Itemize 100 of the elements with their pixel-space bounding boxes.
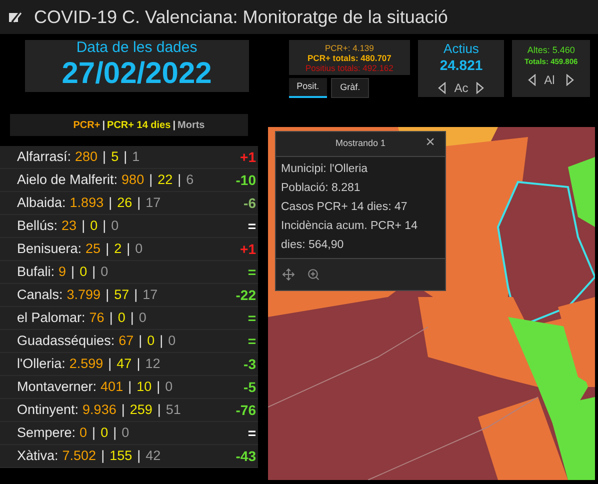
- separator: |: [101, 446, 105, 465]
- left-arrow-icon[interactable]: [438, 82, 446, 94]
- popup-line: Incidència acum. PCR+ 14 dies: 564,90: [281, 219, 418, 253]
- change-value: -76: [236, 400, 256, 420]
- municipality-name: Bufali:: [17, 262, 55, 281]
- pcr-14-day-count: 0: [100, 424, 108, 442]
- pcr-count: 1.893: [70, 194, 104, 212]
- separator: |: [137, 194, 141, 212]
- death-count: 12: [145, 354, 160, 373]
- pcr-14-day-count: 0: [147, 332, 155, 350]
- separator: |: [134, 286, 138, 304]
- pcr-14-day-count: 155: [110, 446, 132, 465]
- pcr-stat: Positius totals: 492.162: [306, 62, 394, 72]
- change-value: -5: [244, 378, 256, 396]
- separator: |: [157, 400, 161, 419]
- municipality-name: Xàtiva:: [17, 446, 58, 465]
- pcr-count: 0: [80, 424, 88, 442]
- separator: |: [138, 332, 142, 350]
- popup-line: Municipi: l'Olleria: [281, 162, 369, 177]
- page-label[interactable]: Ac: [454, 78, 468, 97]
- date-label: Data de les dades: [76, 40, 198, 55]
- separator: |: [108, 194, 112, 212]
- death-count: 17: [142, 286, 158, 304]
- municipality-name: Montaverner:: [17, 378, 97, 396]
- pcr-14-day-count: 10: [136, 378, 152, 396]
- change-value: +1: [240, 240, 256, 258]
- municipality-name: el Palomar:: [17, 308, 86, 327]
- separator: |: [108, 354, 112, 373]
- pcr-count: 401: [100, 378, 124, 396]
- page-label[interactable]: Al: [544, 71, 558, 89]
- legend-label: PCR+ 14 dies: [107, 118, 171, 132]
- separator: |: [92, 424, 96, 442]
- change-value: +1: [240, 148, 256, 166]
- separator: |: [121, 400, 125, 419]
- separator: |: [124, 148, 128, 166]
- change-value: =: [248, 308, 256, 328]
- move-icon[interactable]: [282, 268, 295, 281]
- pcr-14-day-count: 57: [114, 286, 130, 304]
- change-value: -22: [236, 286, 256, 304]
- pcr-14-day-count: 22: [158, 170, 173, 189]
- right-arrow-icon[interactable]: [476, 82, 484, 94]
- municipality-name: l'Olleria:: [17, 354, 66, 373]
- separator: |: [126, 240, 130, 258]
- pcr-14-day-count: 0: [80, 262, 88, 281]
- legend-label: Morts: [178, 118, 205, 132]
- close-button[interactable]: ×: [426, 134, 435, 152]
- death-count: 42: [146, 446, 161, 465]
- view-tab[interactable]: Gràf.: [331, 78, 370, 98]
- window-title: COVID-19 C. Valenciana: Monitoratge de la situació: [34, 6, 448, 29]
- death-count: 1: [132, 148, 140, 166]
- pcr-count: 3.799: [66, 286, 101, 304]
- separator: |: [71, 262, 75, 281]
- separator: |: [160, 332, 164, 350]
- zoom-in-icon[interactable]: [307, 268, 320, 281]
- death-count: 6: [186, 170, 194, 189]
- view-tab[interactable]: Posit.: [288, 78, 328, 98]
- separator: |: [92, 262, 96, 281]
- pcr-count: 67: [118, 332, 134, 350]
- pcr-14-day-count: 259: [130, 400, 152, 419]
- popup-line: Població: 8.281: [281, 181, 362, 196]
- separator: |: [102, 216, 106, 235]
- pcr-count: 25: [86, 240, 101, 258]
- separator: |: [113, 424, 117, 442]
- separator: |: [137, 446, 141, 465]
- municipality-name: Guadasséquies:: [17, 332, 115, 350]
- separator: |: [130, 308, 134, 327]
- pcr-count: 23: [62, 216, 77, 235]
- municipality-name: Alfarrasí:: [17, 148, 72, 166]
- pcr-count: 7.502: [62, 446, 96, 465]
- separator: |: [136, 354, 140, 373]
- separator: |: [109, 308, 113, 327]
- municipality-name: Sempere:: [17, 424, 76, 442]
- municipality-name: Bellús:: [17, 216, 58, 235]
- change-value: =: [248, 424, 256, 442]
- pcr-count: 2.599: [69, 354, 104, 373]
- death-count: 0: [165, 378, 173, 396]
- popup-title: Mostrando 1: [335, 137, 386, 150]
- separator: |: [178, 170, 182, 189]
- pcr-count: 280: [75, 148, 98, 166]
- pcr-count: 9: [58, 262, 66, 281]
- pcr-count: 980: [122, 170, 144, 189]
- separator: |: [149, 170, 153, 189]
- pcr-count: 76: [89, 308, 104, 327]
- municipality-name: Aielo de Malferit:: [17, 170, 118, 189]
- popup-line: Casos PCR+ 14 dies: 47: [281, 200, 408, 215]
- left-arrow-icon[interactable]: [528, 74, 536, 86]
- pcr-14-day-count: 5: [111, 148, 119, 166]
- separator: |: [106, 240, 110, 258]
- pcr-count: 9.936: [82, 400, 116, 419]
- separator: |: [82, 216, 86, 235]
- municipality-name: Benisuera:: [17, 240, 82, 258]
- recovered-stat: Altes: 5.460: [527, 45, 575, 56]
- pcr-14-day-count: 47: [116, 354, 132, 373]
- change-value: -6: [244, 194, 256, 212]
- pcr-stat: PCR+ totals: 480.707: [308, 52, 392, 62]
- separator: |: [128, 378, 132, 396]
- death-count: 0: [138, 308, 146, 327]
- death-count: 0: [135, 240, 143, 258]
- right-arrow-icon[interactable]: [566, 74, 574, 86]
- date-value: 27/02/2022: [62, 56, 212, 92]
